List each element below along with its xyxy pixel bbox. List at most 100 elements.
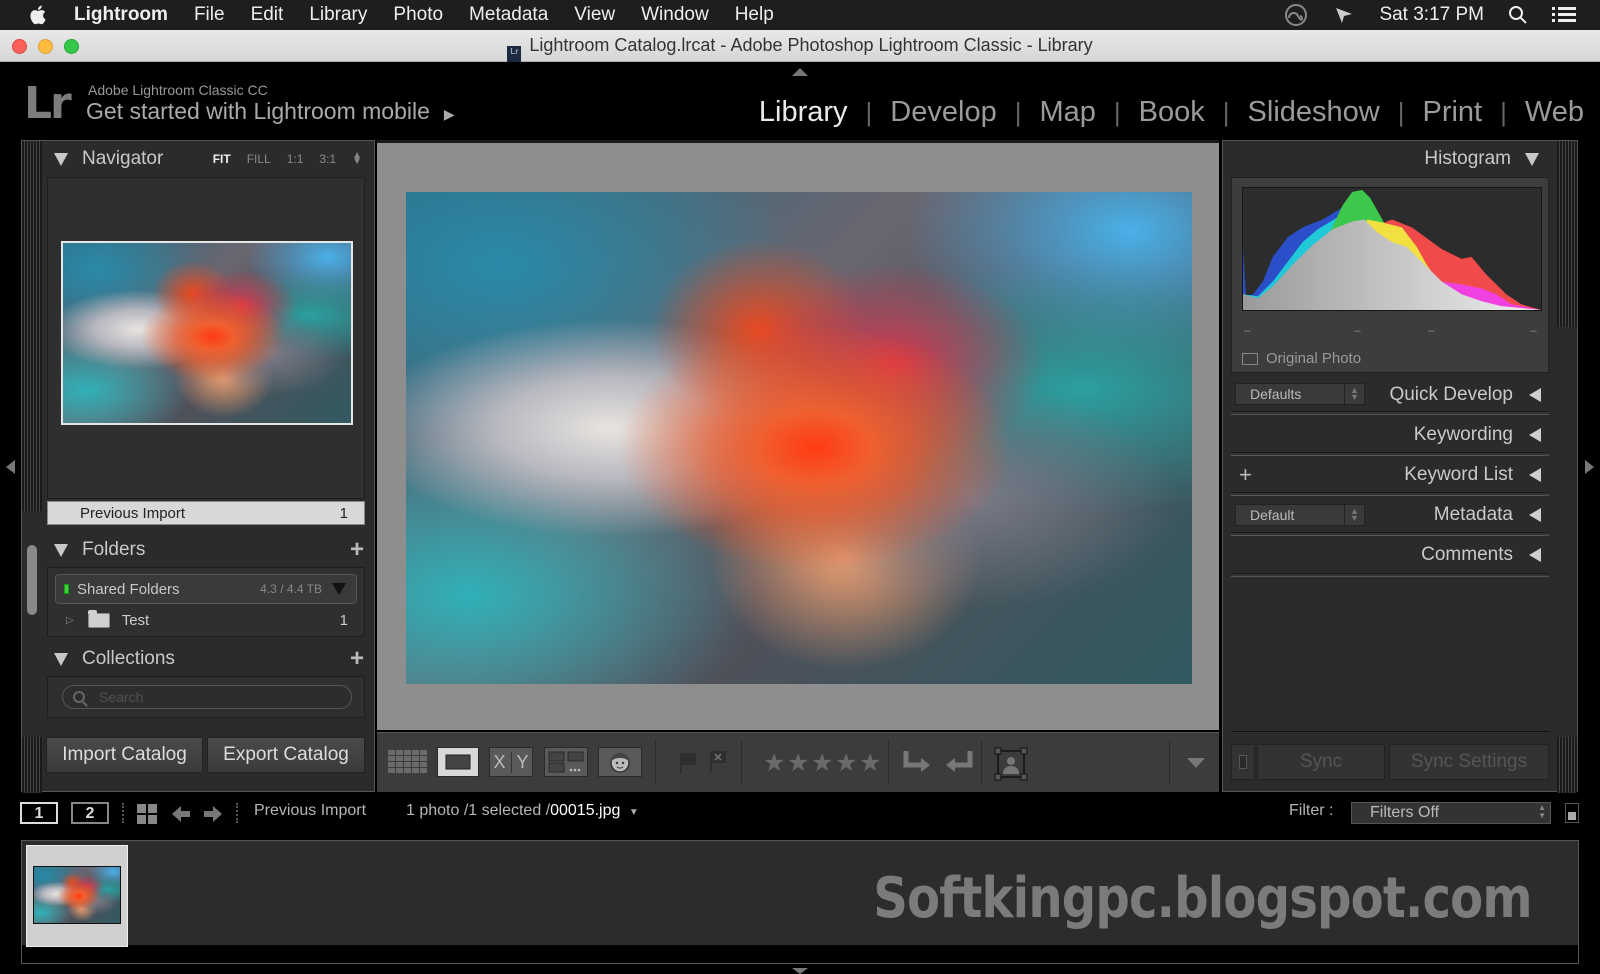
people-view-button[interactable] [598,747,642,777]
module-book[interactable]: Book [1139,96,1205,129]
menu-photo[interactable]: Photo [393,4,443,26]
notification-center-icon[interactable] [1552,6,1576,24]
loupe-view-button[interactable] [437,747,479,777]
mobile-promo-link[interactable]: Get started with Lightroom mobile ▶ [86,98,455,125]
navigator-preview[interactable] [47,177,365,499]
rotate-right-icon[interactable] [943,747,975,779]
crop-overlay-icon[interactable] [994,747,1028,781]
quick-develop-preset-select[interactable]: Defaults ▲ ▼ [1235,383,1365,405]
collapse-triangle-icon [54,543,68,557]
filename-dropdown-icon[interactable]: ▼ [629,807,639,818]
comments-header[interactable]: Comments [1231,537,1549,573]
collections-header[interactable]: Collections + [42,641,376,677]
catalog-previous-import[interactable]: Previous Import 1 [47,501,365,525]
collections-search-input[interactable]: Search [62,685,352,709]
collapse-left-panel-arrow-icon[interactable] [6,460,15,474]
menu-file[interactable]: File [194,4,225,26]
histogram-graph[interactable] [1242,187,1542,311]
sync-settings-button[interactable]: Sync Settings [1389,744,1549,780]
menu-help[interactable]: Help [735,4,774,26]
primary-display-button[interactable]: 1 [20,802,58,824]
location-arrow-icon[interactable] [1333,4,1355,26]
flag-pick-icon[interactable] [677,751,699,775]
histogram-readout: – [1244,323,1251,337]
folders-panel: Shared Folders 4.3 / 4.4 TB ▷ Test 1 [47,567,365,637]
navigator-header[interactable]: Navigator FIT FILL 1:1 3:1 ▲ ▼ [42,141,374,177]
collapse-top-panel-arrow-icon[interactable] [792,68,808,76]
zoom-fit[interactable]: FIT [213,152,231,166]
histogram-readout: – [1428,323,1435,337]
star-icon[interactable]: ★ [811,748,833,778]
folders-header[interactable]: Folders + [42,532,376,568]
star-icon[interactable]: ★ [763,748,785,778]
folder-item[interactable]: ▷ Test 1 [48,606,364,634]
auto-sync-switch[interactable] [1231,744,1255,780]
survey-view-button[interactable] [544,747,588,777]
star-icon[interactable]: ★ [787,748,809,778]
filmstrip-thumbnail[interactable] [33,866,121,924]
star-icon[interactable]: ★ [859,748,881,778]
grid-icon[interactable] [137,804,157,824]
apple-menu-icon[interactable] [28,4,50,26]
add-keyword-icon[interactable]: + [1239,462,1252,488]
menu-library[interactable]: Library [309,4,367,26]
menu-view[interactable]: View [574,4,615,26]
creative-cloud-icon[interactable] [1283,4,1309,26]
next-photo-icon[interactable] [203,804,223,824]
main-photo-preview[interactable] [406,192,1192,684]
module-web[interactable]: Web [1525,96,1584,129]
zoom-1-1[interactable]: 1:1 [287,152,304,166]
zoom-ratio-stepper-icon[interactable]: ▲ ▼ [352,151,362,167]
import-catalog-button[interactable]: Import Catalog [46,737,203,773]
selected-filename: 00015.jpg [550,802,621,819]
navigator-thumbnail[interactable] [61,241,353,425]
compare-view-button[interactable]: X Y [489,747,533,777]
sync-button[interactable]: Sync [1257,744,1385,780]
module-map[interactable]: Map [1039,96,1095,129]
filmstrip-status[interactable]: 1 photo /1 selected /00015.jpg ▼ [406,802,639,820]
collapse-right-panel-arrow-icon[interactable] [1585,460,1594,474]
left-panel-scrollbar[interactable] [27,545,37,615]
menubar-clock[interactable]: Sat 3:17 PM [1379,4,1484,26]
module-print[interactable]: Print [1422,96,1482,129]
zoom-fill[interactable]: FILL [247,152,271,166]
previous-photo-icon[interactable] [171,804,191,824]
filter-lock-switch[interactable] [1565,803,1579,823]
rotate-left-icon[interactable] [901,747,933,779]
filmstrip-thumbnail-cell[interactable] [26,845,128,947]
secondary-display-button[interactable]: 2 [71,802,109,824]
grid-view-button[interactable] [387,747,429,777]
right-panel-grip [1557,141,1577,327]
menu-window[interactable]: Window [641,4,709,26]
toolbar-options-dropdown-icon[interactable] [1187,758,1205,768]
histogram-header[interactable]: Histogram [1231,141,1549,177]
collapse-filmstrip-arrow-icon[interactable] [792,968,808,974]
module-develop[interactable]: Develop [890,96,996,129]
flag-reject-icon[interactable] [707,749,729,773]
volume-shared-folders[interactable]: Shared Folders 4.3 / 4.4 TB [55,574,357,604]
menu-app-lightroom[interactable]: Lightroom [74,4,168,26]
add-collection-icon[interactable]: + [350,645,364,673]
export-catalog-button[interactable]: Export Catalog [207,737,365,773]
spotlight-search-icon[interactable] [1508,5,1528,25]
keyword-list-header[interactable]: + Keyword List [1231,457,1549,493]
keywording-header[interactable]: Keywording [1231,417,1549,453]
menu-edit[interactable]: Edit [251,4,284,26]
module-slideshow[interactable]: Slideshow [1248,96,1380,129]
star-icon[interactable]: ★ [835,748,857,778]
module-library[interactable]: Library [759,96,848,129]
add-folder-icon[interactable]: + [350,536,364,564]
original-photo-checkbox[interactable] [1242,352,1258,365]
histogram-readout: – [1530,323,1537,337]
expand-folder-icon[interactable]: ▷ [66,615,74,626]
original-photo-toggle[interactable]: Original Photo [1242,350,1361,367]
panel-divider [1231,492,1549,496]
volume-collapse-icon[interactable] [332,583,346,595]
menu-metadata[interactable]: Metadata [469,4,548,26]
expand-triangle-icon [1529,428,1541,442]
play-arrow-icon: ▶ [443,106,455,122]
zoom-3-1[interactable]: 3:1 [319,152,336,166]
filmstrip-source[interactable]: Previous Import [254,802,366,820]
metadata-preset-select[interactable]: Default ▲ ▼ [1235,504,1365,526]
filter-select[interactable]: Filters Off ▲ ▼ [1351,802,1551,824]
